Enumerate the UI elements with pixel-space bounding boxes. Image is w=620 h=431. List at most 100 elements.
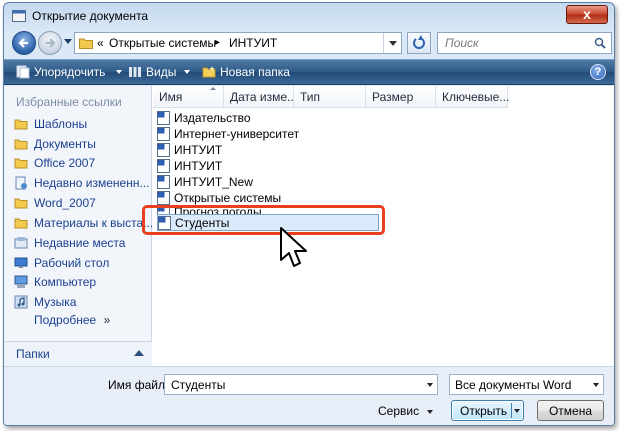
- favorite-link-label: Музыка: [34, 295, 77, 309]
- favorite-link-label: Документы: [34, 137, 96, 151]
- word-doc-icon: [157, 143, 170, 157]
- favorite-link-label: Word_2007: [34, 196, 96, 210]
- recent-places-icon: [14, 237, 28, 249]
- history-dropdown-icon[interactable]: [64, 39, 72, 44]
- favorite-links-heading: Избранные ссылки: [16, 95, 122, 109]
- folder-icon: [14, 158, 28, 169]
- folders-label: Папки: [16, 347, 50, 361]
- column-header-label: Имя: [159, 90, 183, 104]
- favorite-link-label: Недавно измененн...: [34, 176, 150, 190]
- mouse-pointer-icon: [280, 227, 307, 267]
- word-doc-icon: [12, 10, 26, 22]
- open-button[interactable]: Открыть: [451, 400, 524, 421]
- title-bar[interactable]: Открытие документа x: [4, 3, 614, 29]
- favorite-link-recently-changed[interactable]: Недавно измененн...: [14, 174, 150, 192]
- breadcrumb-separator-icon[interactable]: ▸: [215, 37, 220, 48]
- desktop-icon: [14, 257, 28, 268]
- favorite-link-office-2007[interactable]: Office 2007: [14, 154, 150, 172]
- search-box[interactable]: Поиск: [437, 32, 612, 54]
- word-doc-icon: [157, 159, 170, 173]
- more-links-label: Подробнее: [34, 313, 97, 327]
- back-button[interactable]: [12, 31, 36, 55]
- file-item[interactable]: Издательство: [157, 110, 387, 126]
- word-doc-icon: [157, 127, 170, 141]
- new-folder-label: Новая папка: [220, 65, 290, 79]
- word-doc-icon: [157, 175, 170, 189]
- chevron-down-icon: [593, 383, 599, 387]
- sort-ascending-icon: [210, 87, 216, 90]
- chevron-down-icon[interactable]: [427, 383, 433, 387]
- open-options-dropdown-icon[interactable]: [514, 409, 520, 413]
- file-name: ИНТУИТ: [174, 159, 223, 173]
- folder-icon: [79, 38, 93, 49]
- favorite-link-desktop[interactable]: Рабочий стол: [14, 254, 150, 272]
- folder-icon: [14, 119, 28, 130]
- cancel-button-label: Отмена: [548, 404, 593, 418]
- file-item[interactable]: Интернет-университет: [157, 126, 387, 142]
- column-header-label: Тип: [300, 90, 321, 104]
- new-folder-button[interactable]: Новая папка: [202, 64, 292, 82]
- filetype-select[interactable]: Все документы Word: [449, 374, 604, 395]
- favorite-link-label: Недавние места: [34, 236, 126, 250]
- tools-menu-button[interactable]: Сервис: [378, 404, 419, 418]
- column-header-date[interactable]: Дата изме...: [224, 86, 298, 108]
- filename-input[interactable]: Студенты: [164, 374, 438, 395]
- favorite-link-documents[interactable]: Документы: [14, 135, 150, 153]
- favorite-link-word-2007[interactable]: Word_2007: [14, 194, 150, 212]
- close-button[interactable]: x: [566, 5, 608, 24]
- new-folder-icon: [202, 66, 216, 78]
- address-bar[interactable]: « Открытые системы ▸ ИНТУИТ: [74, 32, 402, 54]
- breadcrumb-overflow[interactable]: «: [97, 36, 104, 50]
- forward-button[interactable]: [38, 31, 62, 55]
- column-header-label: Дата изме...: [230, 90, 298, 104]
- breadcrumb-intuit[interactable]: ИНТУИТ: [229, 36, 277, 50]
- file-name: Открытые системы: [174, 191, 282, 205]
- folders-toggle[interactable]: Папки: [4, 341, 152, 366]
- navigation-pane: Избранные ссылки Шаблоны Документы Offic…: [4, 86, 154, 366]
- chevron-down-icon[interactable]: [427, 410, 433, 414]
- favorite-link-label: Материалы к выста...: [34, 216, 154, 230]
- help-icon[interactable]: ?: [590, 64, 606, 80]
- file-name: Издательство: [174, 111, 251, 125]
- filename-value: Студенты: [171, 378, 226, 392]
- views-button[interactable]: Виды: [128, 64, 193, 82]
- window-title: Открытие документа: [32, 9, 149, 23]
- dialog-footer: Имя файла: Студенты Все документы Word С…: [4, 366, 614, 425]
- close-icon: x: [583, 6, 591, 22]
- column-header-keywords[interactable]: Ключевые...: [436, 86, 509, 108]
- chevron-up-icon: [134, 350, 144, 356]
- favorite-link-label: Office 2007: [34, 156, 96, 170]
- address-dropdown-button[interactable]: [383, 33, 401, 53]
- search-icon[interactable]: [594, 37, 606, 49]
- views-label: Виды: [146, 65, 177, 79]
- navigation-bar: « Открытые системы ▸ ИНТУИТ Поиск: [4, 29, 614, 57]
- recent-docs-icon: [15, 176, 27, 190]
- refresh-button[interactable]: [407, 32, 431, 54]
- column-header-size[interactable]: Размер: [366, 86, 436, 108]
- views-icon: [129, 67, 141, 77]
- organize-button[interactable]: Упорядочить: [16, 64, 122, 82]
- column-header-name[interactable]: Имя: [153, 86, 224, 108]
- favorite-link-computer[interactable]: Компьютер: [14, 273, 150, 291]
- double-chevron-icon: »: [103, 313, 111, 327]
- music-icon: [14, 295, 28, 309]
- column-header-type[interactable]: Тип: [294, 86, 366, 108]
- search-placeholder: Поиск: [445, 36, 479, 50]
- favorite-link-exhibition-materials[interactable]: Материалы к выста...: [14, 214, 154, 232]
- file-item[interactable]: ИНТУИТ_New: [157, 174, 387, 190]
- organize-dropdown-icon: [116, 70, 122, 74]
- refresh-icon: [413, 35, 425, 49]
- command-toolbar: Упорядочить Виды Новая папка ?: [4, 59, 614, 85]
- file-item[interactable]: ИНТУИТ: [157, 142, 387, 158]
- favorite-link-music[interactable]: Музыка: [14, 293, 150, 311]
- back-arrow-icon: [18, 38, 28, 48]
- forward-arrow-icon: [46, 38, 56, 48]
- file-item[interactable]: ИНТУИТ: [157, 158, 387, 174]
- file-name: ИНТУИТ: [174, 143, 223, 157]
- breadcrumb-open-systems[interactable]: Открытые системы: [109, 36, 216, 50]
- cancel-button[interactable]: Отмена: [537, 400, 604, 421]
- favorite-link-templates[interactable]: Шаблоны: [14, 115, 150, 133]
- favorite-link-recent-places[interactable]: Недавние места: [14, 234, 150, 252]
- more-links-button[interactable]: Подробнее »: [34, 313, 110, 327]
- organize-label: Упорядочить: [34, 65, 106, 79]
